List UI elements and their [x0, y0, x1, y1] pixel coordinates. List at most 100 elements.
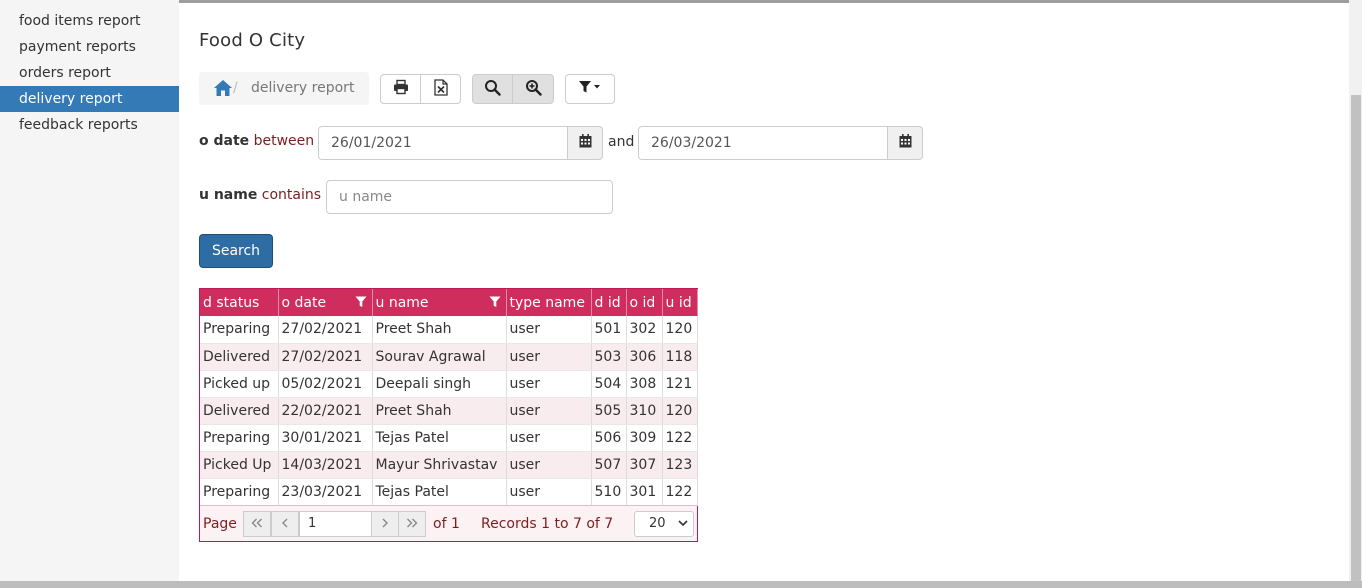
pager: Page 1 of 1 Records 1 to 7 of 7 20 [200, 505, 697, 541]
double-chevron-left-icon [251, 517, 263, 532]
cell-u-name: Deepali singh [372, 370, 507, 398]
cell-o-date: 14/03/2021 [278, 451, 373, 479]
cell-d-id: 510 [591, 478, 627, 506]
cell-o-id: 309 [626, 424, 663, 452]
table-row[interactable]: Delivered 22/02/2021 Preet Shah user 505 310 1… [200, 397, 698, 425]
cell-d-status: Preparing [200, 478, 279, 506]
delivery-table: d status o date u name type name d id o … [199, 288, 698, 542]
column-label: type name [509, 294, 585, 311]
cell-d-status: Delivered [200, 343, 279, 371]
double-chevron-right-icon [406, 517, 418, 532]
sidebar-item-delivery-report[interactable]: delivery report [0, 86, 179, 112]
scrollbar-thumb[interactable] [1351, 95, 1361, 581]
home-icon[interactable] [213, 79, 233, 97]
table-row[interactable]: Preparing 30/01/2021 Tejas Patel user 506 309… [200, 424, 698, 452]
chevron-right-icon [381, 517, 389, 532]
table-row[interactable]: Picked Up 14/03/2021 Mayur Shrivastav user 5… [200, 451, 698, 479]
advanced-search-button[interactable] [512, 74, 554, 104]
column-header-o-date[interactable]: o date [278, 289, 373, 316]
cell-u-name: Preet Shah [372, 316, 507, 344]
first-page-button[interactable] [243, 511, 271, 537]
top-border [179, 0, 1349, 3]
page-number-input[interactable]: 1 [299, 511, 372, 537]
sidebar-item-food-items-report[interactable]: food items report [0, 8, 179, 34]
cell-u-id: 118 [662, 343, 698, 371]
cell-u-id: 122 [662, 478, 698, 506]
filter-icon [578, 80, 602, 98]
cell-u-id: 120 [662, 316, 698, 344]
cell-u-id: 123 [662, 451, 698, 479]
column-header-u-id[interactable]: u id [662, 289, 698, 316]
date-operator: between [253, 133, 315, 149]
search-button[interactable]: Search [199, 234, 273, 268]
cell-u-name: Mayur Shrivastav [372, 451, 507, 479]
table-row[interactable]: Picked up 05/02/2021 Deepali singh user 504 3… [200, 370, 698, 398]
column-label: o date [281, 294, 327, 311]
sidebar-item-feedback-reports[interactable]: feedback reports [0, 112, 179, 138]
breadcrumb-current: delivery report [251, 80, 355, 96]
print-icon [393, 79, 409, 99]
cell-d-id: 506 [591, 424, 627, 452]
column-header-d-status[interactable]: d status [200, 289, 279, 316]
zoom-in-icon [525, 79, 542, 100]
cell-o-id: 310 [626, 397, 663, 425]
cell-d-status: Delivered [200, 397, 279, 425]
date-filter-label: o date between [199, 133, 314, 149]
column-filter-icon[interactable] [355, 296, 367, 312]
column-header-type-name[interactable]: type name [506, 289, 592, 316]
page-size-value: 20 [649, 516, 666, 531]
previous-page-button[interactable] [271, 511, 299, 537]
search-icon [484, 79, 501, 100]
column-label: u name [375, 294, 429, 311]
filter-dropdown-button[interactable] [565, 74, 615, 104]
cell-type-name: user [506, 478, 592, 506]
column-label: u id [665, 294, 692, 311]
cell-d-status: Picked Up [200, 451, 279, 479]
name-field-name: u name [199, 187, 258, 203]
sidebar: food items report payment reports orders… [0, 0, 179, 588]
search-toggle-button[interactable] [472, 74, 513, 104]
cell-o-id: 306 [626, 343, 663, 371]
column-header-o-id[interactable]: o id [626, 289, 663, 316]
cell-o-id: 308 [626, 370, 663, 398]
cell-type-name: user [506, 397, 592, 425]
table-row[interactable]: Preparing 27/02/2021 Preet Shah user 501 302 1… [200, 316, 698, 344]
sidebar-nav: food items report payment reports orders… [0, 8, 179, 138]
table-header-row: d status o date u name type name d id o … [200, 289, 698, 316]
date-to-picker-button[interactable] [887, 126, 923, 160]
cell-d-status: Preparing [200, 424, 279, 452]
cell-o-id: 307 [626, 451, 663, 479]
name-search-input[interactable] [326, 180, 613, 214]
next-page-button[interactable] [371, 511, 399, 537]
cell-type-name: user [506, 316, 592, 344]
table-row[interactable]: Preparing 23/03/2021 Tejas Patel user 510 301… [200, 478, 698, 506]
date-from-picker-button[interactable] [567, 126, 603, 160]
breadcrumb-separator: / [233, 80, 238, 96]
breadcrumb: / delivery report [199, 72, 369, 105]
export-excel-button[interactable] [420, 74, 461, 104]
chevron-left-icon [281, 517, 289, 532]
cell-d-status: Picked up [200, 370, 279, 398]
print-button[interactable] [380, 74, 421, 104]
cell-u-name: Sourav Agrawal [372, 343, 507, 371]
cell-u-id: 120 [662, 397, 698, 425]
excel-icon [433, 78, 448, 100]
last-page-button[interactable] [398, 511, 426, 537]
cell-o-id: 301 [626, 478, 663, 506]
column-header-d-id[interactable]: d id [591, 289, 627, 316]
sidebar-item-payment-reports[interactable]: payment reports [0, 34, 179, 60]
cell-u-id: 122 [662, 424, 698, 452]
table-row[interactable]: Delivered 27/02/2021 Sourav Agrawal user 503… [200, 343, 698, 371]
page-title: Food O City [199, 30, 306, 51]
date-to-input[interactable]: 26/03/2021 [638, 126, 889, 160]
date-from-input[interactable]: 26/01/2021 [318, 126, 569, 160]
column-filter-icon[interactable] [489, 296, 501, 312]
sidebar-item-orders-report[interactable]: orders report [0, 60, 179, 86]
date-field-name: o date [199, 133, 250, 149]
column-header-u-name[interactable]: u name [372, 289, 507, 316]
cell-o-date: 22/02/2021 [278, 397, 373, 425]
page-size-select[interactable]: 20 [634, 511, 694, 537]
cell-u-name: Tejas Patel [372, 424, 507, 452]
cell-u-name: Tejas Patel [372, 478, 507, 506]
column-label: d status [203, 294, 260, 311]
